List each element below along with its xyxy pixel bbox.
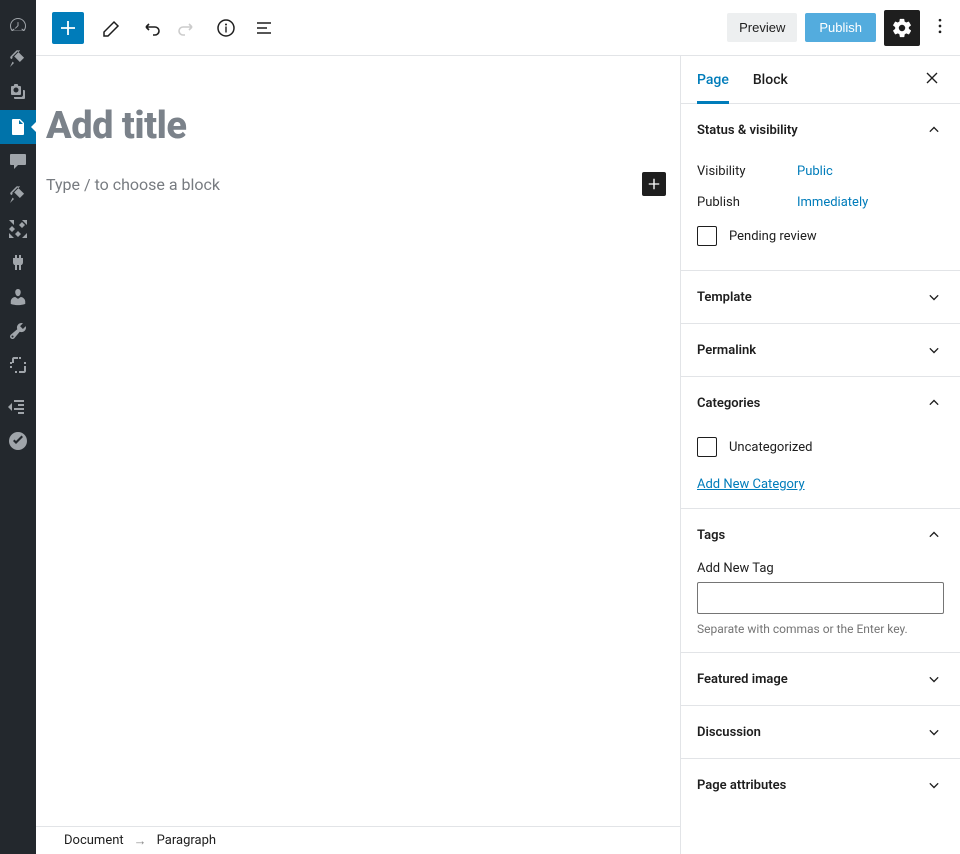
close-sidebar-button[interactable] — [920, 68, 944, 92]
panel-page-attributes: Page attributes — [681, 759, 960, 811]
breadcrumb-root[interactable]: Document — [64, 833, 124, 848]
panel-tags-title: Tags — [697, 528, 725, 543]
paragraph-placeholder: Type / to choose a block — [46, 175, 220, 194]
add-block-button[interactable] — [642, 172, 666, 196]
publish-label: Publish — [697, 195, 797, 210]
add-tag-label: Add New Tag — [697, 561, 944, 576]
panel-template: Template — [681, 271, 960, 324]
admin-dashboard-icon[interactable] — [0, 8, 36, 42]
editor-canvas: Add title Type / to choose a block Docum… — [36, 56, 680, 854]
panel-categories-title: Categories — [697, 396, 760, 411]
admin-collapse-icon[interactable] — [0, 390, 36, 424]
panel-categories: Categories Uncategorized Add New Categor… — [681, 377, 960, 509]
panel-tags: Tags Add New Tag Separate with commas or… — [681, 509, 960, 653]
tab-block[interactable]: Block — [753, 56, 788, 104]
admin-plugins-icon[interactable] — [0, 246, 36, 280]
title-field[interactable]: Add title — [46, 104, 666, 148]
chevron-up-icon — [924, 120, 944, 140]
admin-pages-icon[interactable] — [0, 110, 36, 144]
main-region: Preview Publish Add title Type / to choo… — [36, 0, 960, 854]
panel-featured-image-header[interactable]: Featured image — [681, 653, 960, 705]
panel-template-header[interactable]: Template — [681, 271, 960, 323]
visibility-label: Visibility — [697, 164, 797, 179]
block-inserter-button[interactable] — [52, 12, 84, 44]
admin-users-icon[interactable] — [0, 280, 36, 314]
outline-button[interactable] — [246, 10, 282, 46]
visibility-row: Visibility Public — [697, 156, 944, 187]
add-tag-help: Separate with commas or the Enter key. — [697, 622, 944, 636]
admin-media-icon[interactable] — [0, 76, 36, 110]
panel-permalink: Permalink — [681, 324, 960, 377]
canvas-content: Add title Type / to choose a block — [36, 56, 680, 826]
panel-permalink-title: Permalink — [697, 343, 756, 358]
chevron-up-icon — [924, 525, 944, 545]
panel-tags-header[interactable]: Tags — [681, 509, 960, 561]
admin-generic-icon[interactable] — [0, 424, 36, 458]
tab-page[interactable]: Page — [697, 56, 729, 104]
header-left — [44, 10, 282, 46]
admin-appearance-icon[interactable] — [0, 212, 36, 246]
panel-featured-image: Featured image — [681, 653, 960, 706]
pending-review-label: Pending review — [729, 229, 817, 244]
header-right: Preview Publish — [727, 10, 952, 46]
settings-sidebar: Page Block Status & visibility Visibilit… — [680, 56, 960, 854]
panel-discussion-header[interactable]: Discussion — [681, 706, 960, 758]
chevron-up-icon — [924, 393, 944, 413]
uncategorized-row: Uncategorized — [697, 429, 944, 465]
editor-body: Add title Type / to choose a block Docum… — [36, 56, 960, 854]
add-category-link[interactable]: Add New Category — [697, 477, 805, 492]
panel-page-attributes-title: Page attributes — [697, 778, 786, 793]
chevron-down-icon — [924, 722, 944, 742]
panel-status-header[interactable]: Status & visibility — [681, 104, 960, 156]
publish-button[interactable]: Publish — [805, 13, 876, 42]
panel-page-attributes-header[interactable]: Page attributes — [681, 759, 960, 811]
panel-status: Status & visibility Visibility Public Pu… — [681, 104, 960, 271]
pending-review-row: Pending review — [697, 218, 944, 254]
panel-featured-image-title: Featured image — [697, 672, 788, 687]
admin-settings-icon[interactable] — [0, 348, 36, 382]
admin-pin-icon[interactable] — [0, 42, 36, 76]
panel-categories-header[interactable]: Categories — [681, 377, 960, 429]
breadcrumb: Document → Paragraph — [36, 826, 680, 854]
panel-template-title: Template — [697, 290, 752, 305]
admin-sidebar — [0, 0, 36, 854]
pending-review-checkbox[interactable] — [697, 226, 717, 246]
more-options-button[interactable] — [928, 10, 952, 46]
sidebar-tabs: Page Block — [681, 56, 960, 104]
redo-button[interactable] — [170, 10, 206, 46]
uncategorized-checkbox[interactable] — [697, 437, 717, 457]
publish-row: Publish Immediately — [697, 187, 944, 218]
undo-button[interactable] — [132, 10, 168, 46]
panel-permalink-header[interactable]: Permalink — [681, 324, 960, 376]
breadcrumb-current[interactable]: Paragraph — [157, 833, 216, 848]
chevron-down-icon — [924, 287, 944, 307]
admin-tools-icon[interactable] — [0, 314, 36, 348]
uncategorized-label: Uncategorized — [729, 440, 812, 455]
chevron-down-icon — [924, 775, 944, 795]
breadcrumb-sep: → — [134, 833, 147, 849]
editor-header: Preview Publish — [36, 0, 960, 56]
edit-mode-button[interactable] — [94, 10, 130, 46]
chevron-down-icon — [924, 340, 944, 360]
details-button[interactable] — [208, 10, 244, 46]
admin-pin2-icon[interactable] — [0, 178, 36, 212]
add-tag-input[interactable] — [697, 582, 944, 614]
visibility-value[interactable]: Public — [797, 164, 833, 179]
publish-value[interactable]: Immediately — [797, 195, 868, 210]
panel-discussion: Discussion — [681, 706, 960, 759]
admin-comments-icon[interactable] — [0, 144, 36, 178]
paragraph-block[interactable]: Type / to choose a block — [46, 172, 666, 196]
panel-status-title: Status & visibility — [697, 123, 798, 138]
preview-button[interactable]: Preview — [727, 13, 797, 42]
panel-discussion-title: Discussion — [697, 725, 761, 740]
sidebar-toggle-button[interactable] — [884, 10, 920, 46]
chevron-down-icon — [924, 669, 944, 689]
